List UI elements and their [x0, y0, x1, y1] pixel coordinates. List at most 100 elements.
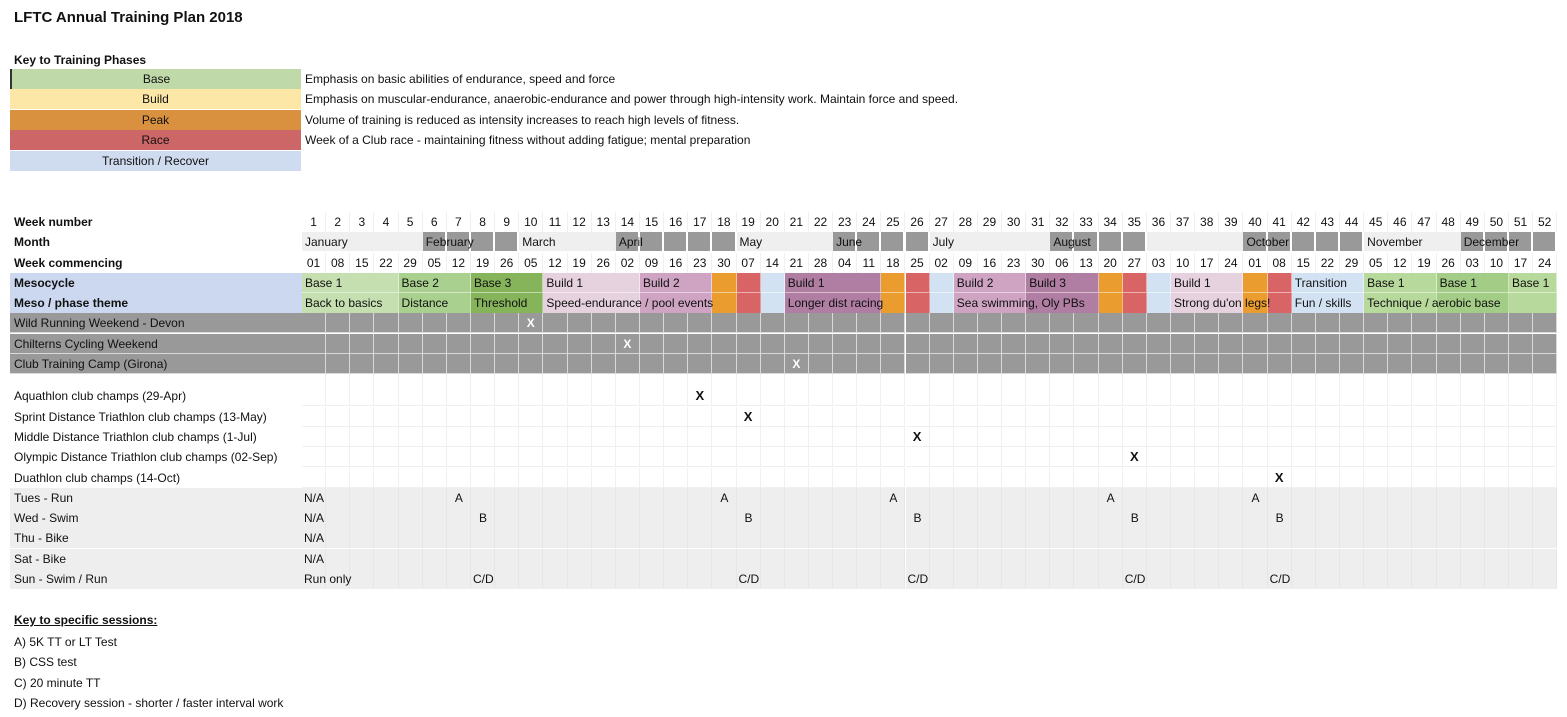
camp-cell[interactable]	[615, 313, 640, 334]
session-cell[interactable]	[495, 508, 520, 529]
race-cell[interactable]	[1388, 406, 1413, 427]
session-cell[interactable]	[736, 487, 761, 508]
race-cell[interactable]	[808, 386, 834, 407]
camp-cell[interactable]	[398, 333, 423, 354]
session-cell[interactable]	[1146, 508, 1172, 529]
camp-cell[interactable]	[808, 354, 834, 375]
camp-cell[interactable]	[808, 333, 834, 354]
session-cell[interactable]	[1098, 528, 1123, 549]
session-cell[interactable]	[1412, 548, 1437, 569]
session-cell[interactable]	[1388, 487, 1413, 508]
session-cell[interactable]	[881, 508, 906, 529]
race-cell[interactable]	[808, 467, 834, 488]
mesocycle-block[interactable]	[1243, 272, 1268, 293]
race-cell[interactable]	[374, 467, 399, 488]
empty-cell[interactable]	[350, 374, 375, 387]
phase-swatch[interactable]: Transition / Recover	[10, 150, 301, 171]
race-cell[interactable]	[1122, 467, 1147, 488]
race-cell[interactable]	[1315, 467, 1340, 488]
session-cell[interactable]	[1460, 569, 1485, 590]
session-cell[interactable]	[1509, 569, 1534, 590]
race-cell[interactable]	[302, 447, 327, 468]
race-cell[interactable]	[857, 386, 882, 407]
session-cell[interactable]	[1026, 528, 1051, 549]
race-cell[interactable]	[1195, 386, 1220, 407]
empty-cell[interactable]	[809, 374, 834, 387]
camp-cell[interactable]	[567, 313, 592, 334]
race-mark[interactable]: X	[1122, 447, 1147, 468]
race-cell[interactable]	[591, 386, 616, 407]
session-cell[interactable]	[1460, 487, 1485, 508]
mesocycle-block[interactable]	[1122, 272, 1147, 293]
empty-cell[interactable]	[1099, 374, 1123, 387]
race-cell[interactable]	[1267, 406, 1292, 427]
month-cell[interactable]	[470, 232, 496, 253]
race-cell[interactable]	[567, 447, 592, 468]
empty-cell[interactable]	[302, 374, 327, 387]
race-mark[interactable]: X	[688, 386, 713, 407]
race-cell[interactable]	[519, 386, 544, 407]
session-cell[interactable]	[736, 569, 761, 590]
race-cell[interactable]	[1460, 447, 1485, 468]
session-cell[interactable]	[833, 569, 858, 590]
race-cell[interactable]	[1388, 467, 1413, 488]
race-cell[interactable]	[905, 467, 930, 488]
session-cell[interactable]	[712, 487, 737, 508]
race-cell[interactable]	[1340, 447, 1365, 468]
camp-cell[interactable]	[422, 313, 447, 334]
race-cell[interactable]	[664, 426, 689, 447]
camp-cell[interactable]	[736, 333, 761, 354]
race-cell[interactable]	[905, 447, 930, 468]
race-cell[interactable]	[326, 467, 351, 488]
session-cell[interactable]	[302, 569, 327, 590]
race-cell[interactable]	[1243, 426, 1268, 447]
race-cell[interactable]	[422, 447, 447, 468]
camp-cell[interactable]	[857, 313, 882, 334]
camp-cell[interactable]	[1050, 313, 1075, 334]
camp-cell[interactable]	[374, 333, 399, 354]
session-cell[interactable]	[953, 487, 978, 508]
camp-cell[interactable]	[1412, 313, 1437, 334]
session-cell[interactable]	[1291, 528, 1316, 549]
race-cell[interactable]	[1002, 467, 1027, 488]
camp-cell[interactable]	[543, 333, 568, 354]
session-cell[interactable]	[1122, 548, 1147, 569]
empty-cell[interactable]	[423, 374, 447, 387]
session-cell[interactable]	[1436, 508, 1461, 529]
camp-mark[interactable]: X	[615, 333, 640, 354]
camp-cell[interactable]	[977, 333, 1003, 354]
empty-cell[interactable]	[519, 374, 544, 387]
empty-cell[interactable]	[399, 374, 423, 387]
race-cell[interactable]	[326, 386, 351, 407]
session-cell[interactable]	[470, 487, 496, 508]
camp-cell[interactable]	[905, 333, 930, 354]
camp-cell[interactable]	[1243, 354, 1268, 375]
race-cell[interactable]	[881, 406, 906, 427]
race-cell[interactable]	[495, 386, 520, 407]
session-cell[interactable]	[760, 569, 785, 590]
theme-block[interactable]	[929, 293, 954, 314]
session-cell[interactable]	[1484, 569, 1509, 590]
race-cell[interactable]	[446, 447, 471, 468]
race-cell[interactable]	[1509, 386, 1534, 407]
race-cell[interactable]	[881, 447, 906, 468]
camp-cell[interactable]	[1364, 354, 1389, 375]
month-cell[interactable]	[422, 232, 447, 253]
race-cell[interactable]	[977, 406, 1003, 427]
session-cell[interactable]	[591, 569, 616, 590]
empty-cell[interactable]	[1388, 374, 1413, 387]
session-cell[interactable]	[688, 548, 713, 569]
camp-cell[interactable]	[688, 354, 713, 375]
camp-cell[interactable]	[1219, 333, 1244, 354]
theme-block[interactable]	[905, 293, 930, 314]
race-cell[interactable]	[1291, 386, 1316, 407]
camp-cell[interactable]	[1291, 333, 1316, 354]
empty-cell[interactable]	[1195, 374, 1220, 387]
camp-cell[interactable]	[446, 354, 471, 375]
race-cell[interactable]	[1340, 386, 1365, 407]
race-cell[interactable]	[929, 406, 954, 427]
empty-cell[interactable]	[543, 374, 568, 387]
mesocycle-block[interactable]	[929, 272, 954, 293]
session-cell[interactable]	[784, 487, 809, 508]
race-cell[interactable]	[495, 447, 520, 468]
